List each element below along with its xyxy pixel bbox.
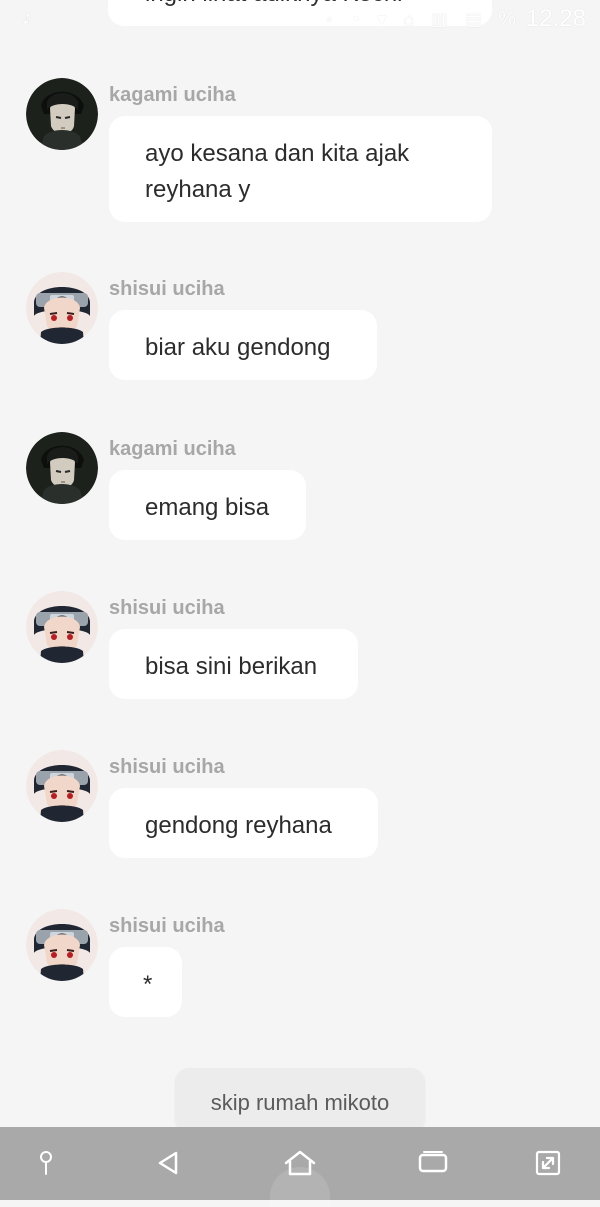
shisui-avatar xyxy=(26,591,98,663)
skip-choice-label: skip rumah mikoto xyxy=(210,1090,390,1115)
kagami-avatar xyxy=(26,432,98,504)
pin-button[interactable] xyxy=(26,1145,66,1181)
shisui-avatar-icon xyxy=(26,750,98,822)
shisui-avatar-icon xyxy=(26,272,98,344)
clock: 12.28 xyxy=(525,5,586,32)
message-text: ayo kesana dan kita ajak reyhana y xyxy=(145,140,410,203)
shisui-avatar xyxy=(26,272,98,344)
recents-icon xyxy=(418,1151,448,1173)
chat-thread: kagami uciha ayo kesana dan kita ajak re… xyxy=(0,0,600,1200)
back-button[interactable] xyxy=(148,1145,188,1181)
message-text: bisa sini berikan xyxy=(145,653,318,680)
kagami-avatar-icon xyxy=(26,432,98,504)
message-bubble: bisa sini berikan xyxy=(109,629,358,699)
shisui-avatar-icon xyxy=(26,909,98,981)
screen-expand-icon xyxy=(535,1150,561,1176)
kagami-avatar xyxy=(26,78,98,150)
shisui-avatar xyxy=(26,750,98,822)
message-bubble: emang bisa xyxy=(109,470,306,540)
back-icon xyxy=(158,1151,178,1175)
message-text: gendong reyhana xyxy=(145,812,332,839)
home-button[interactable] xyxy=(280,1145,320,1181)
music-note-icon: ♪ xyxy=(22,7,32,29)
message-text: * xyxy=(143,971,153,998)
sender-name: kagami uciha xyxy=(109,438,236,460)
message-text: emang bisa xyxy=(145,494,270,521)
status-icons: ◦ ◔ ▾ ⌂ ▥ ▤ xyxy=(325,9,489,29)
sender-name: kagami uciha xyxy=(109,84,236,106)
message-bubble: ayo kesana dan kita ajak reyhana y xyxy=(109,116,492,222)
kagami-avatar-icon xyxy=(26,78,98,150)
message-bubble: gendong reyhana xyxy=(109,788,378,858)
status-right: ◦ ◔ ▾ ⌂ ▥ ▤ % 12.28 xyxy=(326,6,586,32)
message-bubble: biar aku gendong xyxy=(109,310,377,380)
home-icon xyxy=(284,1150,316,1176)
shisui-avatar xyxy=(26,909,98,981)
recents-button[interactable] xyxy=(413,1145,453,1181)
sender-name: shisui uciha xyxy=(109,915,225,937)
message-bubble: * xyxy=(109,947,182,1017)
navigation-bar xyxy=(0,1127,600,1207)
sender-name: shisui uciha xyxy=(109,278,225,300)
message-text: biar aku gendong xyxy=(145,334,331,361)
shisui-avatar-icon xyxy=(26,591,98,663)
sender-name: shisui uciha xyxy=(109,597,225,619)
screen-expand-button[interactable] xyxy=(528,1145,568,1181)
pin-icon xyxy=(40,1151,52,1175)
battery-percent: % xyxy=(498,8,516,30)
sender-name: shisui uciha xyxy=(109,756,225,778)
status-bar: ♪ ◦ ◔ ▾ ⌂ ▥ ▤ % 12.28 xyxy=(0,0,600,40)
skip-choice-button[interactable]: skip rumah mikoto xyxy=(175,1068,425,1132)
